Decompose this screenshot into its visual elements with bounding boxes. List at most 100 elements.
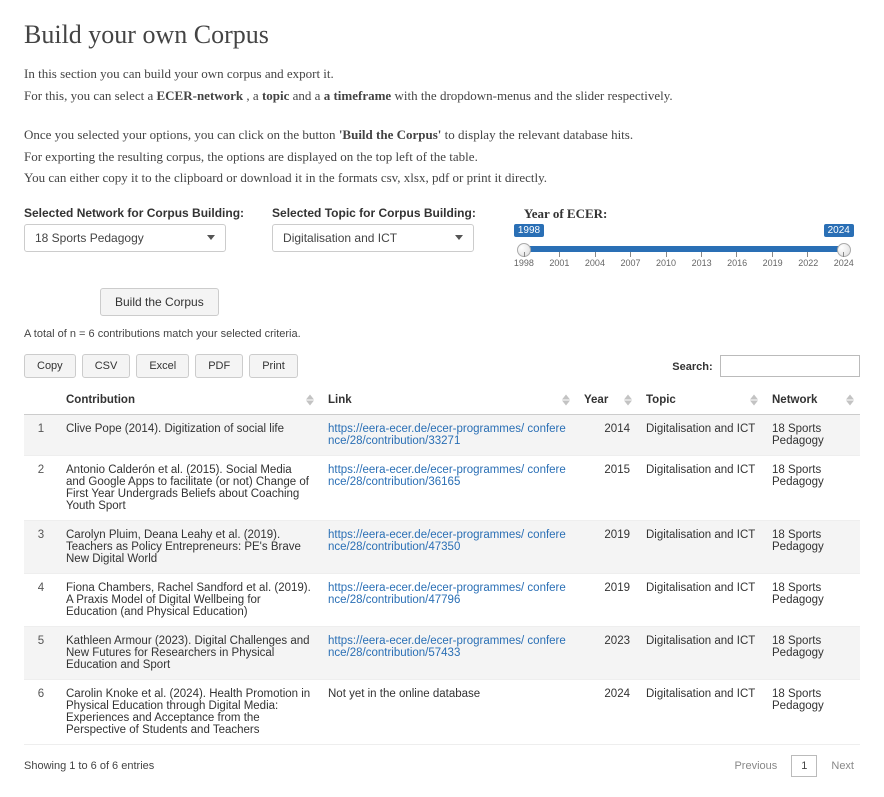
result-summary: A total of n = 6 contributions match you… (24, 328, 860, 340)
intro-text: In this section you can build your own c… (24, 64, 860, 188)
contribution-cell: Carolyn Pluim, Deana Leahy et al. (2019)… (58, 520, 320, 573)
network-cell: 18 Sports Pedagogy (764, 414, 860, 455)
topic-cell: Digitalisation and ICT (638, 573, 764, 626)
network-cell: 18 Sports Pedagogy (764, 520, 860, 573)
sort-icon (750, 394, 758, 405)
table-row: 5Kathleen Armour (2023). Digital Challen… (24, 626, 860, 679)
topic-label: Selected Topic for Corpus Building: (272, 206, 476, 220)
print-button[interactable]: Print (249, 354, 298, 378)
search-input[interactable] (720, 355, 860, 377)
link-cell: https://eera-ecer.de/ecer-programmes/ co… (320, 520, 576, 573)
chevron-down-icon (207, 235, 215, 240)
slider-max-badge: 2024 (824, 224, 854, 237)
slider-tick-labels: 1998200120042007201020132016201920222024 (514, 258, 854, 268)
previous-button[interactable]: Previous (728, 756, 783, 776)
row-index: 4 (24, 573, 58, 626)
topic-cell: Digitalisation and ICT (638, 679, 764, 744)
chevron-down-icon (455, 235, 463, 240)
text: with the dropdown-menus and the slider r… (391, 88, 672, 103)
slider-tick-label: 1998 (514, 258, 534, 268)
contribution-link[interactable]: https://eera-ecer.de/ecer-programmes/ co… (328, 582, 566, 606)
network-cell: 18 Sports Pedagogy (764, 626, 860, 679)
contribution-cell: Antonio Calderón et al. (2015). Social M… (58, 455, 320, 520)
row-index: 2 (24, 455, 58, 520)
link-cell: https://eera-ecer.de/ecer-programmes/ co… (320, 455, 576, 520)
row-index: 3 (24, 520, 58, 573)
col-index[interactable] (24, 386, 58, 415)
network-value: 18 Sports Pedagogy (35, 231, 144, 245)
search-label: Search: (672, 361, 712, 373)
col-year[interactable]: Year (576, 386, 638, 415)
network-cell: 18 Sports Pedagogy (764, 573, 860, 626)
contribution-link[interactable]: https://eera-ecer.de/ecer-programmes/ co… (328, 464, 566, 488)
excel-button[interactable]: Excel (136, 354, 189, 378)
network-cell: 18 Sports Pedagogy (764, 455, 860, 520)
contribution-link[interactable]: https://eera-ecer.de/ecer-programmes/ co… (328, 635, 566, 659)
link-cell: Not yet in the online database (320, 679, 576, 744)
entries-info: Showing 1 to 6 of 6 entries (24, 760, 154, 772)
topic-value: Digitalisation and ICT (283, 231, 397, 245)
slider-tick-label: 2022 (798, 258, 818, 268)
network-label: Selected Network for Corpus Building: (24, 206, 244, 220)
col-contribution[interactable]: Contribution (58, 386, 320, 415)
table-row: 3Carolyn Pluim, Deana Leahy et al. (2019… (24, 520, 860, 573)
slider-tick-label: 2013 (692, 258, 712, 268)
slider-tick-label: 2010 (656, 258, 676, 268)
col-label: Topic (646, 394, 676, 406)
col-label: Network (772, 394, 817, 406)
slider-tick-label: 2004 (585, 258, 605, 268)
slider-min-badge: 1998 (514, 224, 544, 237)
year-cell: 2015 (576, 455, 638, 520)
row-index: 1 (24, 414, 58, 455)
row-index: 6 (24, 679, 58, 744)
slider-tick-label: 2016 (727, 258, 747, 268)
table-row: 2Antonio Calderón et al. (2015). Social … (24, 455, 860, 520)
contribution-cell: Fiona Chambers, Rachel Sandford et al. (… (58, 573, 320, 626)
table-row: 6Carolin Knoke et al. (2024). Health Pro… (24, 679, 860, 744)
link-cell: https://eera-ecer.de/ecer-programmes/ co… (320, 414, 576, 455)
text: , a (243, 88, 262, 103)
row-index: 5 (24, 626, 58, 679)
copy-button[interactable]: Copy (24, 354, 76, 378)
year-cell: 2019 (576, 520, 638, 573)
slider-tick-label: 2001 (549, 258, 569, 268)
year-cell: 2019 (576, 573, 638, 626)
col-topic[interactable]: Topic (638, 386, 764, 415)
text: Once you selected your options, you can … (24, 127, 339, 142)
contribution-cell: Carolin Knoke et al. (2024). Health Prom… (58, 679, 320, 744)
contribution-link[interactable]: https://eera-ecer.de/ecer-programmes/ co… (328, 423, 566, 447)
topic-cell: Digitalisation and ICT (638, 520, 764, 573)
col-network[interactable]: Network (764, 386, 860, 415)
col-link[interactable]: Link (320, 386, 576, 415)
pdf-button[interactable]: PDF (195, 354, 243, 378)
table-row: 1Clive Pope (2014). Digitization of soci… (24, 414, 860, 455)
link-cell: https://eera-ecer.de/ecer-programmes/ co… (320, 626, 576, 679)
year-slider-label: Year of ECER: (524, 206, 608, 221)
sort-icon (562, 394, 570, 405)
topic-cell: Digitalisation and ICT (638, 626, 764, 679)
intro-line: For this, you can select a ECER-network … (24, 86, 860, 106)
col-label: Contribution (66, 394, 135, 406)
csv-button[interactable]: CSV (82, 354, 131, 378)
link-cell: https://eera-ecer.de/ecer-programmes/ co… (320, 573, 576, 626)
topic-cell: Digitalisation and ICT (638, 455, 764, 520)
text: and a (289, 88, 323, 103)
contribution-link[interactable]: https://eera-ecer.de/ecer-programmes/ co… (328, 529, 566, 553)
text: ECER-network (157, 88, 244, 103)
year-cell: 2023 (576, 626, 638, 679)
year-slider[interactable]: 1998 2024 199820012004200720102013201620… (524, 232, 844, 272)
text: 'Build the Corpus' (339, 127, 442, 142)
topic-select[interactable]: Digitalisation and ICT (272, 224, 474, 252)
page-title: Build your own Corpus (24, 20, 860, 50)
contribution-cell: Clive Pope (2014). Digitization of socia… (58, 414, 320, 455)
col-label: Year (584, 394, 608, 406)
build-corpus-button[interactable]: Build the Corpus (100, 288, 219, 316)
year-cell: 2024 (576, 679, 638, 744)
sort-icon (846, 394, 854, 405)
slider-tick-label: 2019 (763, 258, 783, 268)
network-select[interactable]: 18 Sports Pedagogy (24, 224, 226, 252)
table-row: 4Fiona Chambers, Rachel Sandford et al. … (24, 573, 860, 626)
current-page[interactable]: 1 (791, 755, 817, 777)
next-button[interactable]: Next (825, 756, 860, 776)
results-table: Contribution Link Year Topic Network 1Cl… (24, 386, 860, 745)
